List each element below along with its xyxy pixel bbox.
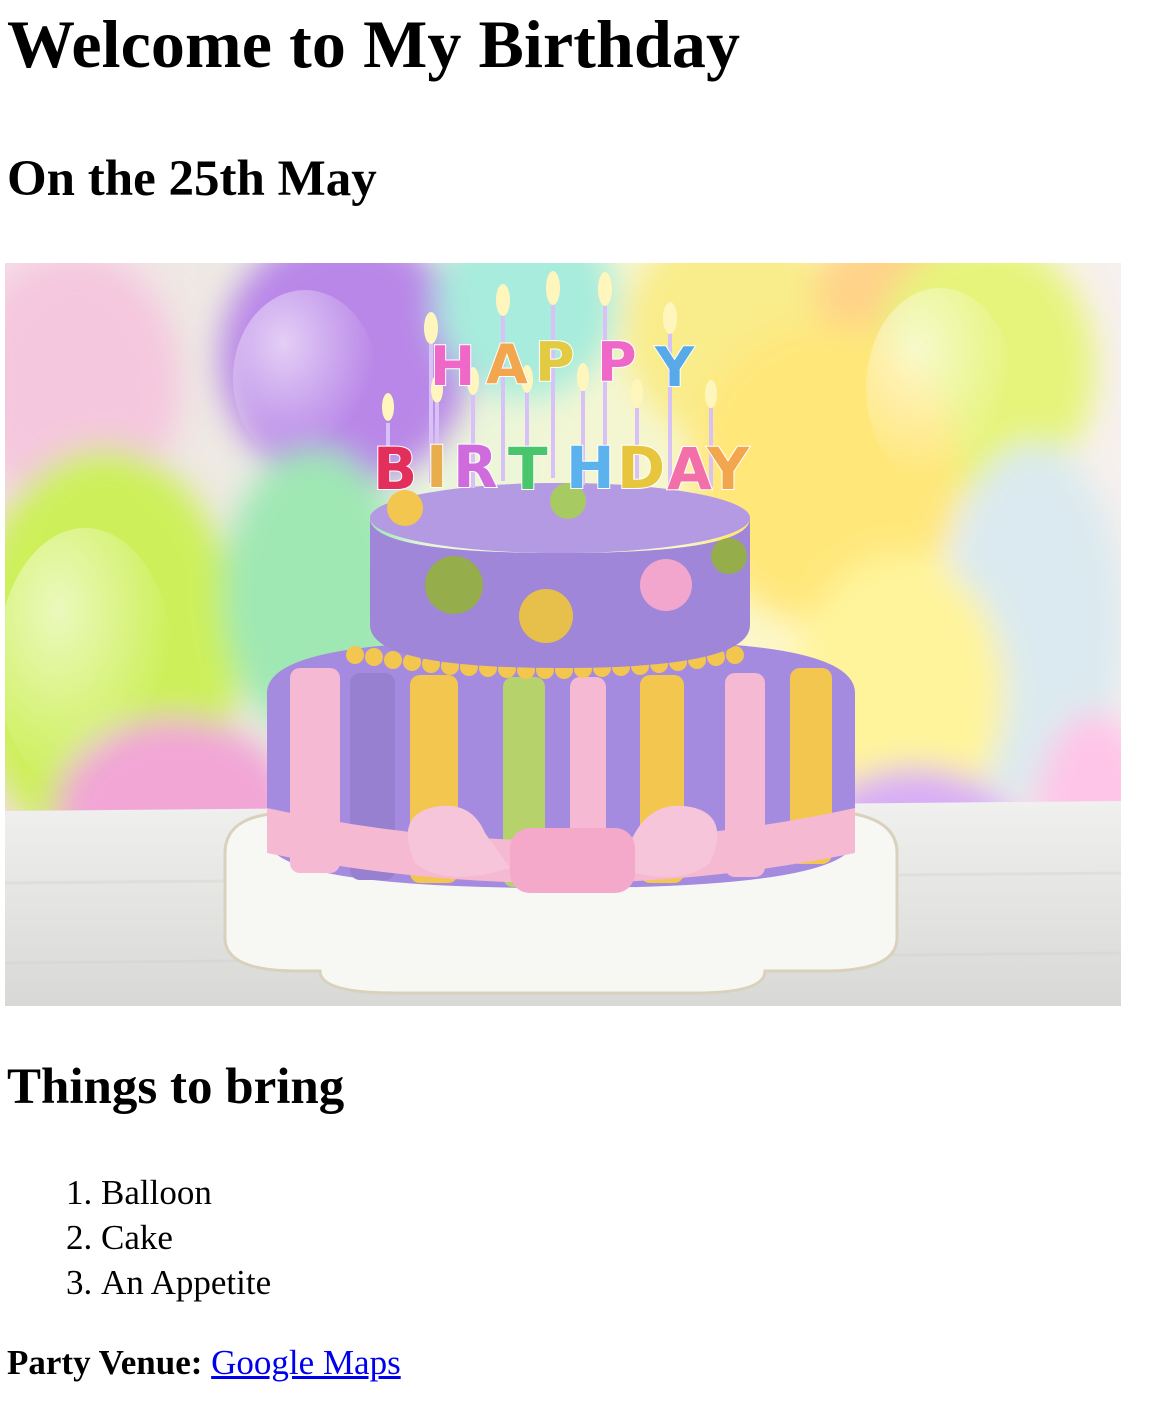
birthday-cake-illustration: H A P P Y B I R T H D A Y <box>5 263 1121 1006</box>
candle-letter: P <box>597 331 637 394</box>
candle-letter: A <box>667 435 712 503</box>
candle-letter: P <box>535 331 575 394</box>
birthday-page: Welcome to My Birthday On the 25th May H… <box>0 0 1152 1410</box>
list-item: An Appetite <box>101 1260 271 1305</box>
list-item: Cake <box>101 1215 271 1260</box>
candle-letter: H <box>566 434 615 502</box>
candle-letter: I <box>426 433 448 501</box>
candle-letter: D <box>617 434 665 502</box>
candle-letter: H <box>430 335 475 398</box>
google-maps-link[interactable]: Google Maps <box>211 1343 401 1382</box>
candle-letter: Y <box>654 336 695 399</box>
list-item: Balloon <box>101 1170 271 1215</box>
party-venue-label: Party Venue: <box>7 1343 203 1382</box>
candle-letter: B <box>373 435 417 503</box>
birthday-cake-image: H A P P Y B I R T H D A Y <box>5 263 1121 1006</box>
party-venue: Party Venue: Google Maps <box>7 1345 401 1380</box>
page-title: Welcome to My Birthday <box>7 6 741 82</box>
page-subtitle: On the 25th May <box>7 151 377 207</box>
things-to-bring-heading: Things to bring <box>7 1059 345 1115</box>
candle-letter: T <box>508 435 548 503</box>
candle-letter: Y <box>706 435 750 503</box>
things-to-bring-list: Balloon Cake An Appetite <box>0 1170 271 1305</box>
candle-letter: R <box>453 433 498 501</box>
candle-letter: A <box>486 333 528 396</box>
